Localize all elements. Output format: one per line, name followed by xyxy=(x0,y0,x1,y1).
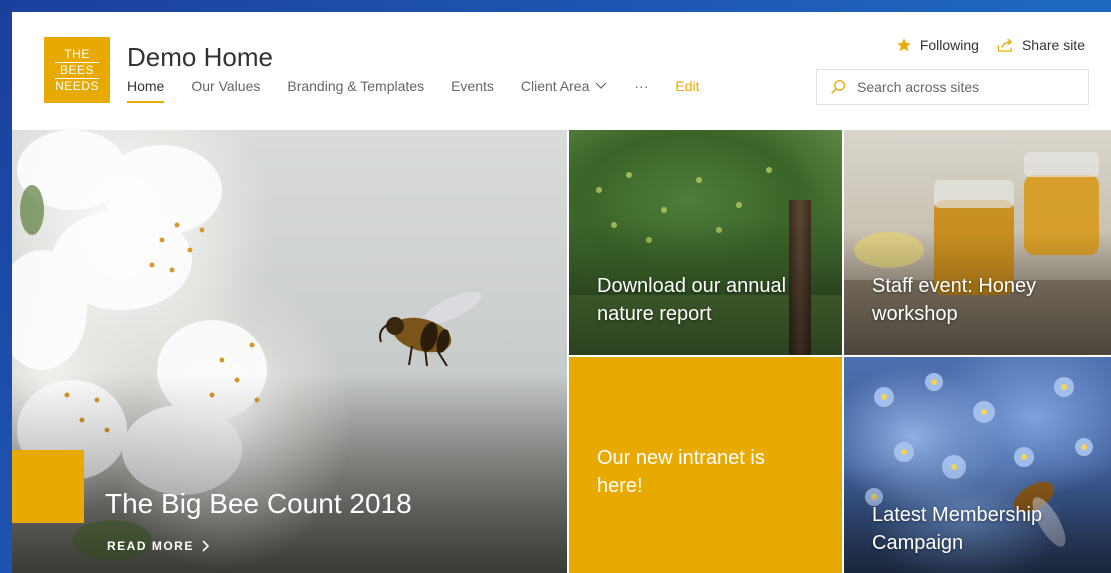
tile-caption: Latest Membership Campaign xyxy=(872,501,1042,557)
intranet-news-tile[interactable]: Our new intranet is here! xyxy=(569,357,842,573)
site-logo[interactable]: THE BEES NEEDS xyxy=(44,37,110,103)
nav-item-client-area[interactable]: Client Area xyxy=(521,78,607,103)
caption-line: Download our annual xyxy=(597,275,787,297)
nav-item-label: ··· xyxy=(634,78,649,94)
share-icon xyxy=(997,38,1013,52)
caption-line: workshop xyxy=(872,303,958,325)
chevron-right-icon xyxy=(202,540,209,552)
sharepoint-site: THE BEES NEEDS Demo Home Home Our Values… xyxy=(12,12,1111,573)
logo-line-2: BEES xyxy=(59,62,94,77)
chevron-down-icon xyxy=(595,82,607,89)
honey-workshop-tile[interactable]: Staff event: Honey workshop xyxy=(844,130,1111,355)
nav-item-label: Home xyxy=(127,78,165,94)
nature-report-tile[interactable]: Download our annual nature report xyxy=(569,130,842,355)
hero-title[interactable]: The Big Bee Count 2018 xyxy=(105,488,412,520)
star-icon xyxy=(897,38,911,52)
caption-line: here! xyxy=(597,475,643,497)
logo-line-3: NEEDS xyxy=(55,78,99,93)
hero-accent-square xyxy=(12,450,84,523)
nav-item-label: Client Area xyxy=(520,78,590,94)
nav-item-label: Events xyxy=(451,78,494,94)
nav-item-our-values[interactable]: Our Values xyxy=(191,78,260,103)
following-button[interactable]: Following xyxy=(896,37,979,53)
nav-more-button[interactable]: ··· xyxy=(634,78,648,103)
nav-item-label: Branding & Templates xyxy=(287,78,425,94)
caption-line: Latest Membership xyxy=(872,504,1043,526)
site-header: THE BEES NEEDS Demo Home Home Our Values… xyxy=(12,12,1111,130)
site-title[interactable]: Demo Home xyxy=(127,42,273,73)
following-label: Following xyxy=(919,37,979,53)
caption-line: Campaign xyxy=(872,532,964,554)
logo-line-1: THE xyxy=(64,46,90,61)
tile-caption: Our new intranet is here! xyxy=(597,444,765,500)
membership-campaign-tile[interactable]: Latest Membership Campaign xyxy=(844,357,1111,573)
hero-tile[interactable]: The Big Bee Count 2018 READ MORE xyxy=(12,130,567,573)
read-more-label: READ MORE xyxy=(107,539,194,553)
top-nav: Home Our Values Branding & Templates Eve… xyxy=(127,78,727,103)
search-icon xyxy=(831,79,846,94)
bee-icon xyxy=(379,291,482,367)
caption-line: nature report xyxy=(597,303,712,325)
nav-item-label: Edit xyxy=(675,78,700,94)
search-input[interactable] xyxy=(857,79,1077,95)
nav-item-events[interactable]: Events xyxy=(451,78,494,103)
nav-item-home[interactable]: Home xyxy=(127,78,165,103)
edit-link[interactable]: Edit xyxy=(675,78,699,103)
tile-caption: Staff event: Honey workshop xyxy=(872,272,1036,328)
site-actions: Following Share site xyxy=(878,37,1085,53)
nav-item-branding-templates[interactable]: Branding & Templates xyxy=(287,78,424,103)
tile-caption: Download our annual nature report xyxy=(597,272,786,328)
caption-line: Our new intranet is xyxy=(597,447,765,469)
search-box[interactable] xyxy=(816,69,1089,105)
nav-item-label: Our Values xyxy=(191,78,261,94)
share-site-label: Share site xyxy=(1021,37,1085,53)
caption-line: Staff event: Honey xyxy=(872,275,1037,297)
read-more-link[interactable]: READ MORE xyxy=(107,539,210,553)
share-site-button[interactable]: Share site xyxy=(997,37,1085,53)
